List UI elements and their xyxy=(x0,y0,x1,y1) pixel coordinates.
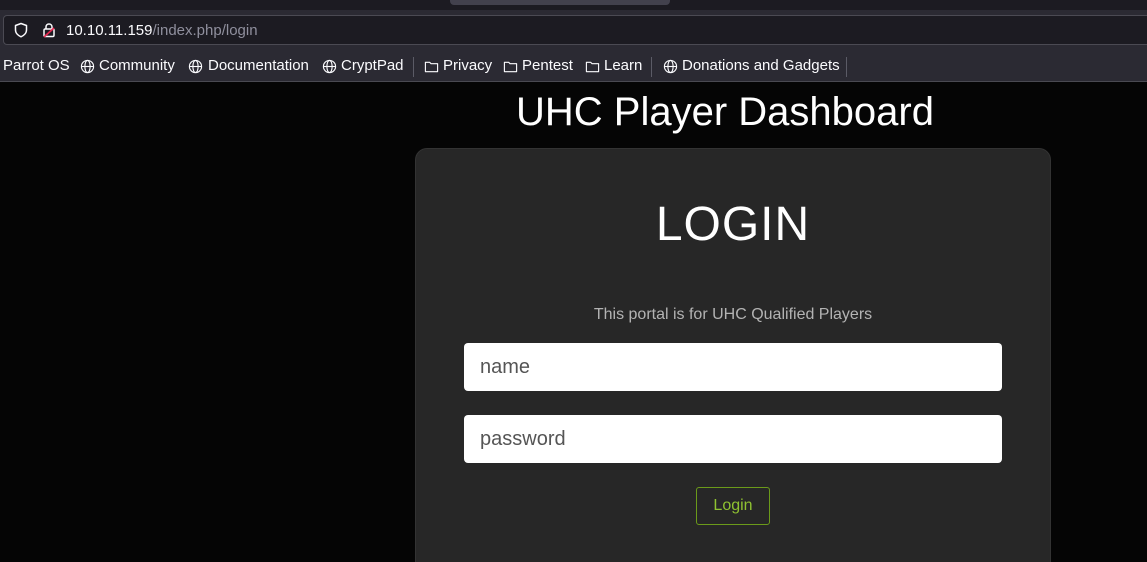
name-input[interactable] xyxy=(464,343,1002,391)
globe-icon xyxy=(322,59,337,74)
login-card: LOGIN This portal is for UHC Qualified P… xyxy=(415,148,1051,562)
browser-window: 10.10.11.159/index.php/login Parrot OS C… xyxy=(0,0,1147,562)
shield-icon[interactable] xyxy=(13,22,29,38)
password-input[interactable] xyxy=(464,415,1002,463)
login-heading: LOGIN xyxy=(655,198,811,251)
bookmark-label: Community xyxy=(99,57,175,74)
url-text[interactable]: 10.10.11.159/index.php/login xyxy=(66,22,258,40)
bookmark-separator xyxy=(651,57,652,77)
lock-warning-icon[interactable] xyxy=(41,22,57,38)
login-button[interactable]: Login xyxy=(696,487,770,525)
bookmark-separator xyxy=(413,57,414,77)
url-path: /index.php/login xyxy=(152,22,258,39)
bookmark-label: Documentation xyxy=(208,57,309,74)
navigation-toolbar: 10.10.11.159/index.php/login xyxy=(0,10,1147,52)
bookmark-separator xyxy=(846,57,847,77)
bookmark-label: Parrot OS xyxy=(3,57,70,74)
url-host: 10.10.11.159 xyxy=(66,22,153,39)
globe-icon xyxy=(663,59,678,74)
folder-icon xyxy=(585,61,600,73)
bookmark-label: Pentest xyxy=(522,57,573,74)
bookmark-label: Learn xyxy=(604,57,643,74)
page-content: UHC Player Dashboard LOGIN This portal i… xyxy=(0,82,1147,562)
address-bar[interactable]: 10.10.11.159/index.php/login xyxy=(3,15,1147,45)
folder-icon xyxy=(424,61,439,73)
globe-icon xyxy=(188,59,203,74)
tab-strip xyxy=(0,0,1147,10)
bookmark-label: CryptPad xyxy=(341,57,404,74)
bookmark-label: Privacy xyxy=(443,57,493,74)
bookmarks-toolbar: Parrot OS Community Documentation CryptP… xyxy=(0,52,1147,82)
folder-icon xyxy=(503,61,518,73)
bookmark-label: Donations and Gadgets xyxy=(682,57,840,74)
globe-icon xyxy=(80,59,95,74)
login-subtitle: This portal is for UHC Qualified Players xyxy=(593,306,873,323)
active-tab[interactable] xyxy=(450,0,670,5)
page-title: UHC Player Dashboard xyxy=(516,90,934,134)
